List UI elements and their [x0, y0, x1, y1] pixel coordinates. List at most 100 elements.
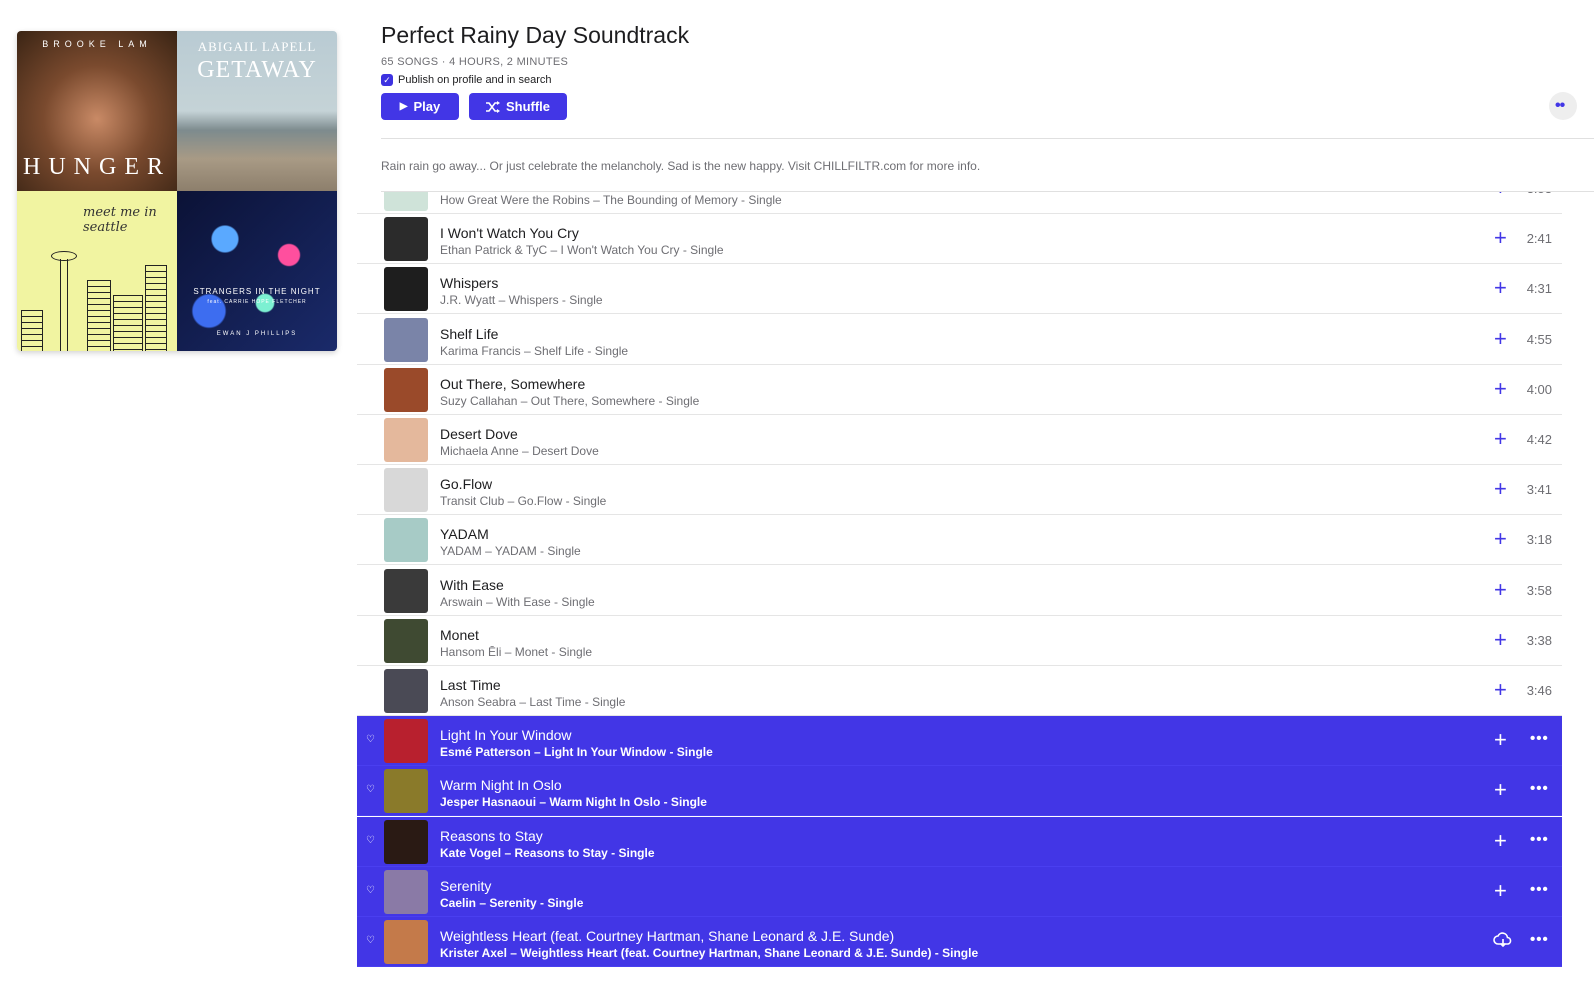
track-title: With Ease: [440, 576, 504, 593]
ellipsis-icon[interactable]: •••: [1530, 780, 1549, 797]
track-row[interactable]: ♡ Light In Your Window Esmé Patterson – Li…: [357, 716, 1562, 767]
artwork-feat-text: feat. CARRIE HOPE FLETCHER: [207, 299, 307, 305]
publish-label: Publish on profile and in search: [398, 74, 552, 86]
building-drawing: [21, 310, 43, 351]
add-icon[interactable]: +: [1494, 527, 1507, 551]
playlist-description: Rain rain go away... Or just celebrate t…: [381, 159, 981, 173]
track-artwork: [384, 518, 428, 563]
ellipsis-icon[interactable]: •••: [1530, 931, 1549, 948]
track-duration: 4:42: [1526, 432, 1552, 447]
track-row[interactable]: ♡ Serenity Caelin – Serenity - Single + •••: [357, 866, 1562, 917]
ellipsis-icon[interactable]: •••: [1530, 730, 1549, 747]
add-icon[interactable]: +: [1494, 678, 1507, 702]
track-title: Out There, Somewhere: [440, 375, 586, 392]
add-icon[interactable]: +: [1494, 276, 1507, 300]
track-title: Serenity: [440, 877, 492, 894]
add-icon[interactable]: +: [1494, 728, 1507, 752]
track-row[interactable]: ♡ Warm Night In Oslo Jesper Hasnaoui – War…: [357, 766, 1562, 817]
track-row[interactable]: Out There, Somewhere Suzy Callahan – Out …: [357, 365, 1562, 415]
add-icon[interactable]: +: [1494, 427, 1507, 451]
ellipsis-icon[interactable]: •••: [1530, 831, 1549, 848]
track-artwork: [384, 869, 428, 914]
more-options-button[interactable]: ••: [1549, 92, 1577, 120]
track-artwork: [384, 418, 428, 462]
add-icon[interactable]: +: [1494, 226, 1507, 250]
artwork-script-text: meet me in seattle: [83, 205, 157, 235]
track-title: YADAM: [440, 526, 489, 543]
track-artwork: [384, 317, 428, 362]
track-row[interactable]: Shelf Life Karima Francis – Shelf Life - …: [357, 315, 1562, 365]
track-row[interactable]: With Ease Arswain – With Ease - Single +3:…: [357, 566, 1562, 616]
artwork-artist-text: EWAN J PHILLIPS: [216, 331, 298, 337]
artwork-title-text: GETAWAY: [197, 57, 317, 83]
add-icon[interactable]: +: [1494, 192, 1507, 200]
divider: [381, 138, 1594, 139]
track-artwork: [384, 719, 428, 764]
shuffle-label: Shuffle: [505, 99, 551, 114]
track-title: I Won't Watch You Cry: [440, 225, 579, 242]
track-title: Go.Flow: [440, 476, 493, 493]
track-subtitle: Suzy Callahan – Out There, Somewhere - S…: [440, 393, 700, 408]
track-row[interactable]: Go.Flow Transit Club – Go.Flow - Single +3…: [357, 465, 1562, 516]
track-row[interactable]: I Won't Watch You Cry Ethan Patrick & TyC…: [357, 214, 1562, 265]
heart-icon[interactable]: ♡: [366, 784, 375, 795]
track-row[interactable]: Last Time Anson Seabra – Last Time - Sing…: [357, 666, 1562, 716]
track-row[interactable]: ♡ Weightless Heart (feat. Courtney Hartma…: [357, 917, 1562, 967]
track-subtitle: Michaela Anne – Desert Dove: [440, 444, 599, 458]
track-duration: 3:46: [1526, 683, 1552, 698]
play-button[interactable]: ▶ Play: [381, 93, 459, 120]
track-row[interactable]: Monet Hansom Ēli – Monet - Single +3:38: [357, 616, 1562, 666]
track-subtitle: J.R. Wyatt – Whispers - Single: [440, 293, 603, 308]
artwork-tile-strangers: STRANGERS IN THE NIGHT feat. CARRIE HOPE…: [177, 191, 337, 351]
ellipsis-icon[interactable]: •••: [1530, 881, 1549, 898]
track-row[interactable]: How Great Were the Robins – The Bounding…: [357, 192, 1562, 214]
track-title: Shelf Life: [440, 325, 499, 342]
artwork-tile-seattle: meet me in seattle: [17, 191, 177, 351]
track-duration: 3:41: [1526, 482, 1552, 498]
track-row[interactable]: Whispers J.R. Wyatt – Whispers - Single +4…: [357, 264, 1562, 315]
playlist-artwork: BROOKE LAM HUNGER ABIGAIL LAPELL GETAWAY…: [17, 31, 337, 351]
track-artwork: [384, 267, 428, 312]
heart-icon[interactable]: ♡: [366, 885, 375, 896]
track-subtitle: Arswain – With Ease - Single: [440, 594, 595, 609]
track-subtitle: YADAM – YADAM - Single: [440, 544, 581, 559]
heart-icon[interactable]: ♡: [366, 935, 375, 946]
shuffle-button[interactable]: Shuffle: [469, 93, 567, 120]
download-cloud-icon[interactable]: [1493, 930, 1513, 950]
page-title: Perfect Rainy Day Soundtrack: [381, 22, 690, 48]
track-artwork: [384, 769, 428, 814]
heart-icon[interactable]: ♡: [366, 734, 375, 745]
track-subtitle: Karima Francis – Shelf Life - Single: [440, 343, 629, 358]
artwork-title-text: HUNGER: [23, 154, 171, 180]
track-row[interactable]: YADAM YADAM – YADAM - Single +3:18: [357, 515, 1562, 566]
track-subtitle: Kate Vogel – Reasons to Stay - Single: [440, 845, 655, 860]
publish-toggle[interactable]: ✓ Publish on profile and in search: [381, 74, 551, 86]
ellipsis-icon: ••: [1555, 97, 1565, 114]
artwork-tile-getaway: ABIGAIL LAPELL GETAWAY: [177, 31, 337, 191]
add-icon[interactable]: +: [1494, 828, 1507, 853]
track-artwork: [384, 920, 428, 964]
track-duration: 3:53: [1525, 192, 1552, 196]
track-subtitle: Caelin – Serenity - Single: [440, 895, 584, 910]
building-drawing: [113, 295, 143, 351]
track-subtitle: Esmé Patterson – Light In Your Window - …: [440, 745, 713, 760]
add-icon[interactable]: +: [1494, 778, 1507, 802]
space-needle-drawing: [45, 231, 81, 351]
track-subtitle: How Great Were the Robins – The Bounding…: [440, 193, 782, 207]
building-drawing: [87, 280, 111, 351]
track-title: Whispers: [440, 275, 499, 292]
add-icon[interactable]: +: [1494, 477, 1507, 501]
artwork-artist-text: BROOKE LAM: [42, 39, 152, 49]
track-duration: 4:31: [1526, 281, 1552, 297]
track-row[interactable]: Desert Dove Michaela Anne – Desert Dove +4…: [357, 415, 1562, 465]
add-icon[interactable]: +: [1494, 326, 1507, 351]
heart-icon[interactable]: ♡: [366, 835, 375, 846]
track-duration: 2:41: [1526, 231, 1552, 247]
track-duration: 4:00: [1526, 381, 1552, 397]
checkbox-checked-icon[interactable]: ✓: [381, 74, 393, 86]
add-icon[interactable]: +: [1494, 577, 1507, 602]
add-icon[interactable]: +: [1494, 878, 1507, 903]
add-icon[interactable]: +: [1494, 627, 1507, 652]
add-icon[interactable]: +: [1494, 376, 1507, 401]
track-row[interactable]: ♡ Reasons to Stay Kate Vogel – Reasons to …: [357, 816, 1562, 867]
